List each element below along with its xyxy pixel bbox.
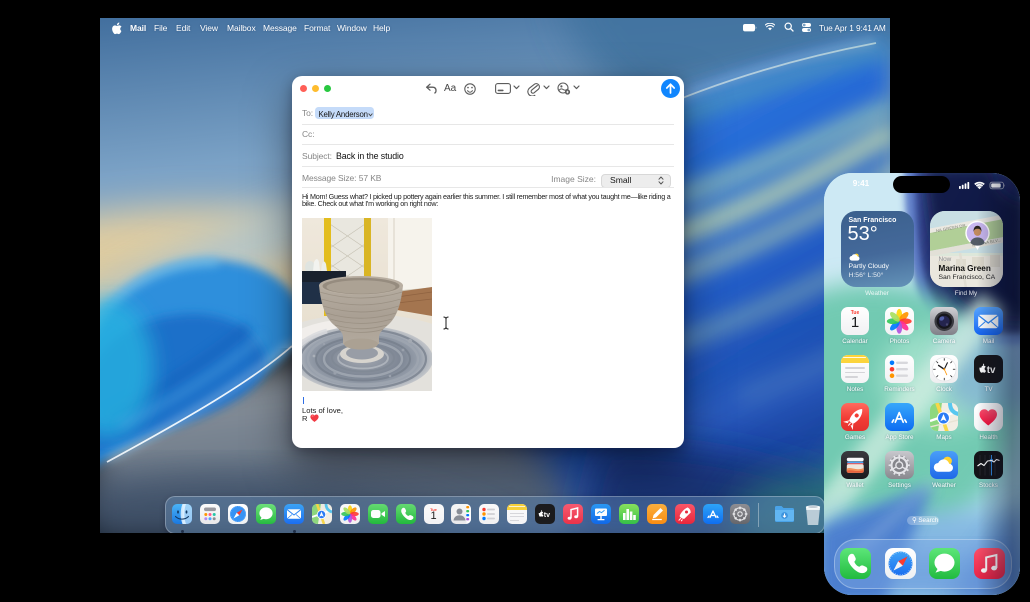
svg-text:tv: tv	[544, 512, 550, 519]
